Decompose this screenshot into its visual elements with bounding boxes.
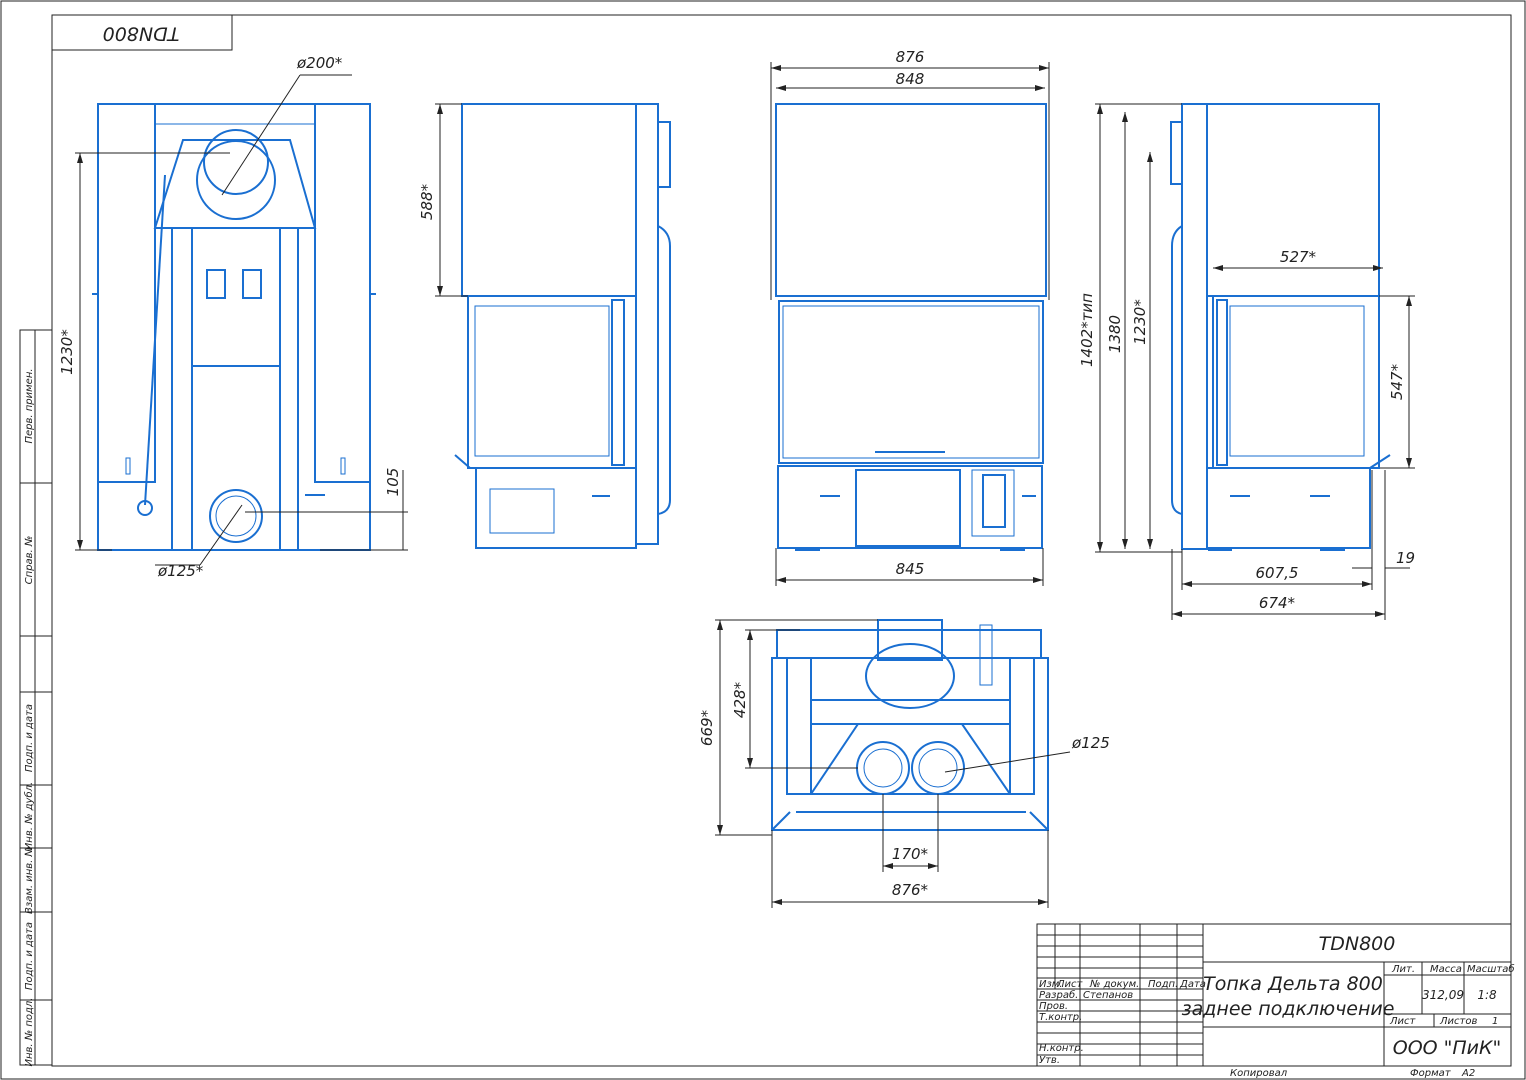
dim-top-width: 876* — [892, 881, 929, 899]
col-header-doc: № докум. — [1089, 979, 1139, 990]
sheets-count: 1 — [1492, 1016, 1498, 1027]
left-side-view — [454, 103, 671, 549]
dim-right-total-height: 1402*тип — [1078, 293, 1096, 367]
side-label-sign-date-2: Подп. и дата — [24, 922, 35, 990]
title-block-code: TDN800 — [1319, 933, 1396, 955]
sheets-label: Листов — [1439, 1016, 1477, 1027]
rear-view-dims: 1230* ø200* 105 ø125* — [58, 54, 408, 580]
drawing-frame — [51, 14, 1512, 1067]
dim-right-depth-607: 607,5 — [1256, 564, 1299, 582]
dim-top-depth: 669* — [698, 709, 716, 746]
title-block: TDN800 Топка Дельта 800 заднее подключен… — [1036, 923, 1515, 1067]
company-name: ООО "ПиК" — [1393, 1037, 1502, 1059]
col-header-sign: Подп. — [1148, 979, 1178, 990]
col-header-date: Дата — [1179, 979, 1206, 990]
scale-value: 1:8 — [1477, 988, 1497, 1002]
format-value: A2 — [1461, 1068, 1475, 1079]
dim-front-overall-width: 876 — [896, 48, 925, 66]
drawing-sheet: TDN800 Перв. примен. Справ. № Подп. и да… — [0, 0, 1526, 1080]
dim-inlet-height: 105 — [384, 468, 402, 497]
lit-label: Лит. — [1391, 964, 1415, 975]
title-block-name-2: заднее подключение — [1182, 998, 1395, 1020]
row-role-approve: Утв. — [1039, 1055, 1060, 1066]
dim-front-base-width: 845 — [896, 560, 925, 578]
dim-right-height-1230: 1230* — [1131, 299, 1149, 345]
side-label-reference: Справ. № — [24, 536, 35, 585]
stamp-box: TDN800 — [51, 14, 233, 51]
dim-front-inner-width: 848 — [896, 70, 925, 88]
stamp-code: TDN800 — [103, 23, 180, 45]
row-role-norm-control: Н.контр. — [1039, 1043, 1084, 1054]
title-block-name-1: Топка Дельта 800 — [1203, 973, 1383, 995]
mass-value: 312,09 — [1422, 988, 1464, 1002]
dim-rear-height: 1230* — [58, 329, 76, 375]
scale-label: Масштаб — [1467, 963, 1515, 975]
row-role-checker: Пров. — [1039, 1001, 1068, 1012]
side-label-first-use: Перв. примен. — [24, 368, 35, 443]
dim-top-pipe-diameter: ø125 — [1071, 734, 1110, 752]
sheet-border — [0, 0, 1526, 1080]
dim-right-depth-674: 674* — [1259, 594, 1296, 612]
right-side-view — [1170, 103, 1391, 551]
dim-top-pipe-spacing: 170* — [892, 845, 929, 863]
dim-right-height-1380: 1380 — [1106, 315, 1124, 353]
dim-top-depth-inner: 428* — [731, 681, 749, 718]
front-glass-dims: 876 848 845 — [770, 48, 1050, 586]
left-side-dims: 588* — [418, 103, 468, 297]
row-role-tech-control: Т.контр. — [1039, 1012, 1082, 1023]
row-name-developer: Степанов — [1083, 990, 1133, 1001]
side-label-orig-inv: Инв. № подл. — [24, 998, 35, 1067]
dim-right-glass-height: 547* — [1388, 363, 1406, 400]
dim-right-offset-19: 19 — [1396, 549, 1415, 567]
dim-side-top-height: 588* — [418, 183, 436, 220]
dim-flue-diameter: ø200* — [296, 54, 343, 72]
front-glass-view — [775, 103, 1047, 551]
copied-label: Копировал — [1230, 1068, 1288, 1079]
rear-view — [92, 103, 376, 551]
top-view — [771, 619, 1049, 831]
mass-label: Масса — [1430, 964, 1462, 975]
side-label-dup-inv: Инв. № дубл. — [23, 782, 35, 850]
sheet-label: Лист — [1389, 1016, 1417, 1027]
side-label-strip: Перв. примен. Справ. № Подп. и дата Инв.… — [19, 329, 53, 1067]
side-label-replace-inv: Взам. инв. № — [24, 846, 35, 914]
side-label-sign-date-1: Подп. и дата — [24, 704, 35, 772]
format-label: Формат — [1410, 1068, 1452, 1079]
dim-right-top-depth: 527* — [1280, 248, 1317, 266]
col-header-list: Лист — [1056, 979, 1084, 990]
right-side-dims: 1402*тип 1380 1230* 527* 547* 607,5 19 6… — [1078, 103, 1415, 620]
row-role-developer: Разраб. — [1039, 989, 1078, 1001]
dim-inlet-diameter: ø125* — [157, 562, 204, 580]
